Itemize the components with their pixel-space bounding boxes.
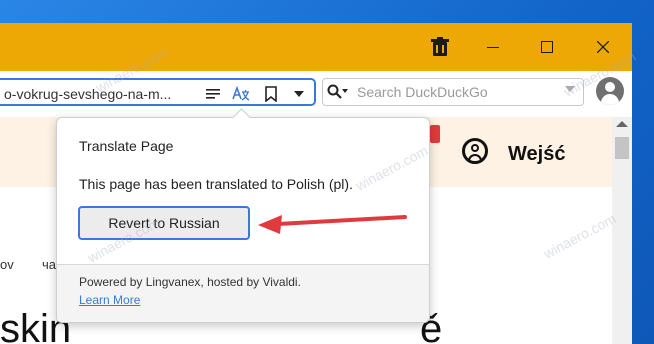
scroll-up-arrow-icon[interactable] — [616, 121, 628, 127]
scroll-thumb[interactable] — [615, 137, 629, 159]
reader-view-icon[interactable] — [202, 84, 224, 104]
title-bar — [0, 23, 632, 71]
translate-icon[interactable] — [230, 84, 252, 104]
user-icon-head — [471, 144, 479, 152]
user-icon[interactable] — [462, 138, 488, 164]
avatar-body — [601, 94, 619, 105]
address-bar-row: o-vokrug-sevshego-na-m... — [0, 71, 632, 117]
search-icon[interactable] — [327, 83, 353, 101]
maximize-button[interactable] — [532, 33, 562, 61]
revert-translation-button[interactable]: Revert to Russian — [78, 206, 250, 240]
annotation-arrow-icon — [258, 215, 407, 234]
page-scrollbar[interactable] — [612, 117, 632, 344]
translation-status-message: This page has been translated to Polish … — [79, 176, 353, 192]
minimize-button[interactable] — [478, 33, 508, 61]
trash-icon[interactable] — [425, 33, 455, 61]
search-input[interactable] — [357, 84, 557, 100]
user-icon-body — [468, 154, 482, 162]
header-red-badge — [430, 125, 440, 143]
powered-by-text: Powered by Lingvanex, hosted by Vivaldi. — [79, 275, 301, 289]
learn-more-link[interactable]: Learn More — [79, 293, 140, 307]
address-field[interactable]: o-vokrug-sevshego-na-m... — [0, 78, 316, 106]
bookmark-icon[interactable] — [260, 84, 282, 104]
chevron-down-icon[interactable] — [288, 84, 310, 104]
url-text[interactable]: o-vokrug-sevshego-na-m... — [4, 86, 171, 102]
page-text-fragment: ча — [42, 257, 57, 272]
popup-footer: Powered by Lingvanex, hosted by Vivaldi.… — [57, 265, 429, 322]
search-field[interactable] — [322, 78, 584, 106]
popup-title: Translate Page — [79, 138, 174, 154]
avatar-head — [605, 82, 615, 92]
page-text-fragment: ov — [0, 257, 14, 272]
login-link[interactable]: Wejść — [508, 143, 565, 166]
